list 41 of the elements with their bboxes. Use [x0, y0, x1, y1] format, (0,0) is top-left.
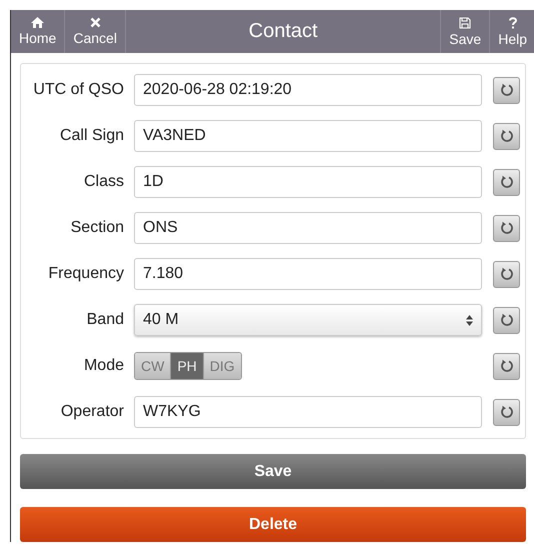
field-label: Mode — [82, 357, 125, 375]
reset-button[interactable] — [493, 214, 520, 242]
field-label: Class — [82, 173, 125, 191]
save-button[interactable]: Save — [20, 454, 526, 489]
refresh-icon — [500, 405, 514, 419]
input-field[interactable]: 2020-06-28 02:19:20 — [134, 74, 482, 106]
refresh-icon — [500, 359, 514, 373]
mode-option[interactable]: CW — [135, 353, 172, 379]
close-icon — [90, 17, 101, 28]
input-field[interactable]: VA3NED — [134, 120, 482, 152]
mode-option[interactable]: PH — [171, 353, 204, 379]
reset-button[interactable] — [493, 398, 520, 426]
refresh-icon — [500, 313, 514, 327]
reset-button[interactable] — [493, 76, 520, 104]
field-label: Call Sign — [58, 127, 125, 145]
delete-button[interactable]: Delete — [20, 507, 526, 542]
field-label: Band — [86, 311, 125, 329]
refresh-icon — [500, 221, 514, 235]
page-title: Contact — [248, 19, 319, 44]
band-select[interactable]: 40 M — [134, 304, 482, 336]
mode-option[interactable]: DIG — [204, 353, 241, 379]
refresh-icon — [500, 83, 514, 97]
field-label: Frequency — [47, 265, 125, 283]
refresh-icon — [500, 175, 514, 189]
field-label: UTC of QSO — [32, 81, 125, 99]
reset-button[interactable] — [493, 352, 520, 380]
field-label: Section — [70, 219, 125, 237]
reset-button[interactable] — [493, 260, 520, 288]
field-label: Operator — [60, 403, 125, 421]
refresh-icon — [500, 129, 514, 143]
reset-button[interactable] — [493, 306, 520, 334]
home-icon — [31, 17, 44, 28]
input-field[interactable]: 7.180 — [134, 258, 482, 290]
input-field[interactable]: W7KYG — [134, 396, 482, 428]
refresh-icon — [500, 267, 514, 281]
reset-button[interactable] — [493, 168, 520, 196]
help-icon — [508, 16, 517, 28]
input-field[interactable]: 1D — [134, 166, 482, 198]
reset-button[interactable] — [493, 122, 520, 150]
sort-arrows-icon — [466, 314, 473, 326]
input-field[interactable]: ONS — [134, 212, 482, 244]
